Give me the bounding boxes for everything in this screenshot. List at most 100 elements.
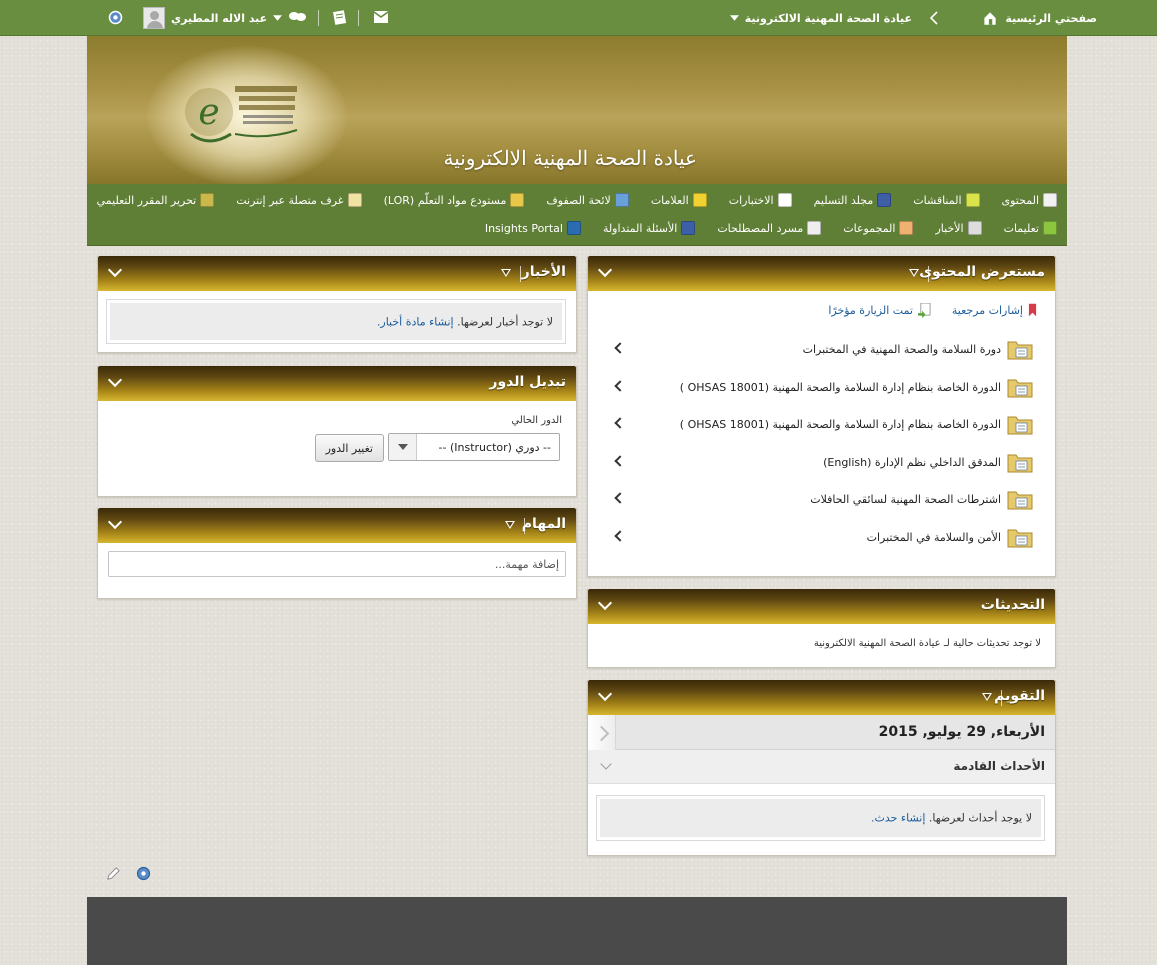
widget-header: الأخبار bbox=[98, 256, 576, 291]
upcoming-events-title: الأحداث القادمة bbox=[953, 759, 1045, 773]
navbar-item-label: مجلد التسليم bbox=[813, 193, 874, 207]
navbar-item-label: لائحة الصفوف bbox=[546, 193, 611, 207]
change-role-button[interactable]: تغيير الدور bbox=[314, 434, 384, 462]
navbar-row-2: تعليمات الأخبار المجموعات مسرد المصطلحات الأ… bbox=[474, 216, 1057, 240]
bookmarks-link[interactable]: إشارات مرجعية bbox=[952, 303, 1037, 317]
navbar-item-faq[interactable]: الأسئلة المتداولة bbox=[592, 221, 706, 235]
add-task-input[interactable] bbox=[108, 551, 566, 577]
content-module-label: الدورة الخاصة بنظام إدارة السلامة والصحة… bbox=[679, 380, 1001, 394]
course-selector[interactable]: عيادة الصحة المهنية الالكترونية bbox=[729, 0, 912, 36]
folder-icon bbox=[1007, 416, 1033, 435]
user-name: عبد الاله المطيري bbox=[171, 11, 268, 25]
calendar-next-day-button[interactable] bbox=[588, 715, 616, 750]
folder-icon bbox=[1007, 454, 1033, 472]
navbar-item-news[interactable]: الأخبار bbox=[924, 221, 992, 235]
navbar-item-glossary[interactable]: مسرد المصطلحات bbox=[706, 221, 832, 235]
content-module-item[interactable]: دورة السلامة والصحة المهنية في المختبرات bbox=[588, 334, 1055, 364]
caret-down-icon[interactable] bbox=[389, 434, 417, 460]
edit-course-icon bbox=[200, 193, 215, 207]
bookmark-icon bbox=[1028, 303, 1037, 317]
recently-visited-label: تمت الزيارة مؤخرًا bbox=[828, 304, 913, 317]
updates-message: لا توجد تحديثات حالية لـ عيادة الصحة الم… bbox=[813, 638, 1041, 649]
calendar-date-bar: الأربعاء, 29 يوليو, 2015 bbox=[588, 715, 1055, 750]
widget-menu-triangle-icon[interactable] bbox=[909, 269, 919, 277]
user-menu[interactable]: عبد الاله المطيري bbox=[143, 0, 283, 36]
chevron-left-icon[interactable] bbox=[614, 342, 626, 354]
insights-icon bbox=[566, 221, 581, 235]
content-module-label: دورة السلامة والصحة المهنية في المختبرات bbox=[802, 343, 1001, 356]
navbar-item-edit-course[interactable]: تحرير المقرر التعليمي bbox=[86, 193, 226, 207]
create-news-link[interactable]: إنشاء مادة أخبار. bbox=[377, 315, 454, 328]
chevron-left-icon[interactable] bbox=[614, 492, 626, 504]
content-module-item[interactable]: المدقق الداخلي نظم الإدارة (English) bbox=[588, 447, 1055, 477]
svg-text:e: e bbox=[198, 92, 219, 133]
content-module-item[interactable]: الدورة الخاصة بنظام إدارة السلامة والصحة… bbox=[588, 372, 1055, 402]
content-module-item[interactable]: الدورة الخاصة بنظام إدارة السلامة والصحة… bbox=[588, 409, 1055, 439]
content-module-label: المدقق الداخلي نظم الإدارة (English) bbox=[823, 455, 1001, 469]
collapse-chevron-icon[interactable] bbox=[107, 372, 123, 388]
home-label: صفحتي الرئيسية bbox=[1005, 11, 1097, 25]
navbar-item-groups[interactable]: المجموعات bbox=[832, 221, 924, 235]
collapse-chevron-icon[interactable] bbox=[107, 514, 123, 530]
home-icon bbox=[984, 12, 996, 25]
navbar-item-online-rooms[interactable]: غرف متصلة عبر إنترنت bbox=[225, 193, 372, 207]
current-role-label: الدور الحالي bbox=[511, 415, 562, 426]
collapse-chevron-icon[interactable] bbox=[107, 262, 123, 278]
navbar-item-quiz[interactable]: الاختبارات bbox=[718, 193, 803, 207]
chevron-left-icon[interactable] bbox=[614, 417, 626, 429]
role-select[interactable]: -- دوري (Instructor) -- bbox=[388, 433, 560, 461]
content-module-item[interactable]: الأمن والسلامة في المختبرات bbox=[588, 522, 1055, 552]
subscription-icon[interactable] bbox=[332, 8, 348, 26]
homepage-settings-gear-icon[interactable] bbox=[135, 865, 152, 882]
role-switch-widget: تبديل الدور الدور الحالي -- دوري (Instru… bbox=[97, 366, 577, 497]
chevron-left-icon[interactable] bbox=[614, 379, 626, 392]
quiz-icon bbox=[777, 193, 792, 207]
widget-title: الأخبار bbox=[521, 264, 566, 280]
edit-pencil-icon[interactable] bbox=[106, 866, 121, 881]
expand-chevron-icon[interactable] bbox=[600, 758, 612, 770]
role-switch-body: الدور الحالي -- دوري (Instructor) -- تغي… bbox=[98, 401, 576, 497]
navbar-item-dropbox[interactable]: مجلد التسليم bbox=[803, 193, 903, 207]
tasks-widget: المهام bbox=[97, 508, 577, 599]
navbar-item-classlist[interactable]: لائحة الصفوف bbox=[535, 193, 639, 207]
navbar-item-repository[interactable]: مستودع مواد التعلّم (LOR) bbox=[373, 193, 536, 207]
settings-gear-icon[interactable] bbox=[107, 9, 124, 26]
collapse-chevron-icon[interactable] bbox=[597, 595, 613, 611]
collapse-chevron-icon[interactable] bbox=[597, 686, 613, 702]
collapse-chevron-icon[interactable] bbox=[597, 262, 613, 278]
home-link[interactable]: صفحتي الرئيسية bbox=[981, 0, 1097, 36]
alerts-chat-icon[interactable] bbox=[288, 10, 308, 24]
page-tools bbox=[106, 865, 152, 882]
navbar-item-grades[interactable]: العلامات bbox=[640, 193, 718, 207]
topbar-separator bbox=[358, 10, 359, 26]
navbar-item-insights[interactable]: Insights Portal bbox=[474, 221, 592, 235]
chevron-left-icon[interactable] bbox=[614, 454, 626, 467]
grades-icon bbox=[692, 193, 707, 207]
glossary-icon bbox=[807, 221, 822, 235]
navbar-item-label: الأخبار bbox=[935, 221, 964, 235]
widget-title: المهام bbox=[521, 516, 566, 532]
help-icon bbox=[1043, 221, 1057, 235]
content-module-item[interactable]: اشترطات الصحة المهنية لسائقي الحافلات bbox=[588, 484, 1055, 514]
updates-widget: التحديثات لا توجد تحديثات حالية لـ عيادة… bbox=[587, 589, 1056, 668]
message-icon[interactable] bbox=[373, 10, 389, 24]
widget-menu-triangle-icon[interactable] bbox=[982, 693, 992, 701]
caret-down-icon bbox=[729, 15, 739, 21]
upcoming-events-header[interactable]: الأحداث القادمة bbox=[588, 750, 1055, 784]
content-module-label: الدورة الخاصة بنظام إدارة السلامة والصحة… bbox=[679, 418, 1001, 431]
navbar-row-1: المحتوى المناقشات مجلد التسليم الاختبارات ال… bbox=[86, 188, 1057, 212]
bookmarks-label: إشارات مرجعية bbox=[951, 303, 1023, 317]
navbar-item-book[interactable]: المحتوى bbox=[991, 193, 1057, 207]
chevron-left-icon[interactable] bbox=[614, 529, 626, 542]
widget-menu-triangle-icon[interactable] bbox=[505, 521, 515, 529]
widget-menu-triangle-icon[interactable] bbox=[501, 269, 511, 277]
navbar-item-help[interactable]: تعليمات bbox=[993, 221, 1057, 235]
calendar-date: الأربعاء, 29 يوليو, 2015 bbox=[878, 724, 1045, 740]
recently-visited-link[interactable]: تمت الزيارة مؤخرًا bbox=[828, 303, 931, 318]
widget-header: التحديثات bbox=[588, 589, 1055, 624]
navbar-item-label: Insights Portal bbox=[484, 221, 563, 235]
calendar-empty-message: لا يوجد أحداث لعرضها. إنشاء حدث. bbox=[871, 812, 1032, 825]
create-event-link[interactable]: إنشاء حدث. bbox=[871, 812, 925, 825]
navbar-item-label: المناقشات bbox=[913, 193, 962, 207]
navbar-item-discussion[interactable]: المناقشات bbox=[902, 193, 990, 207]
